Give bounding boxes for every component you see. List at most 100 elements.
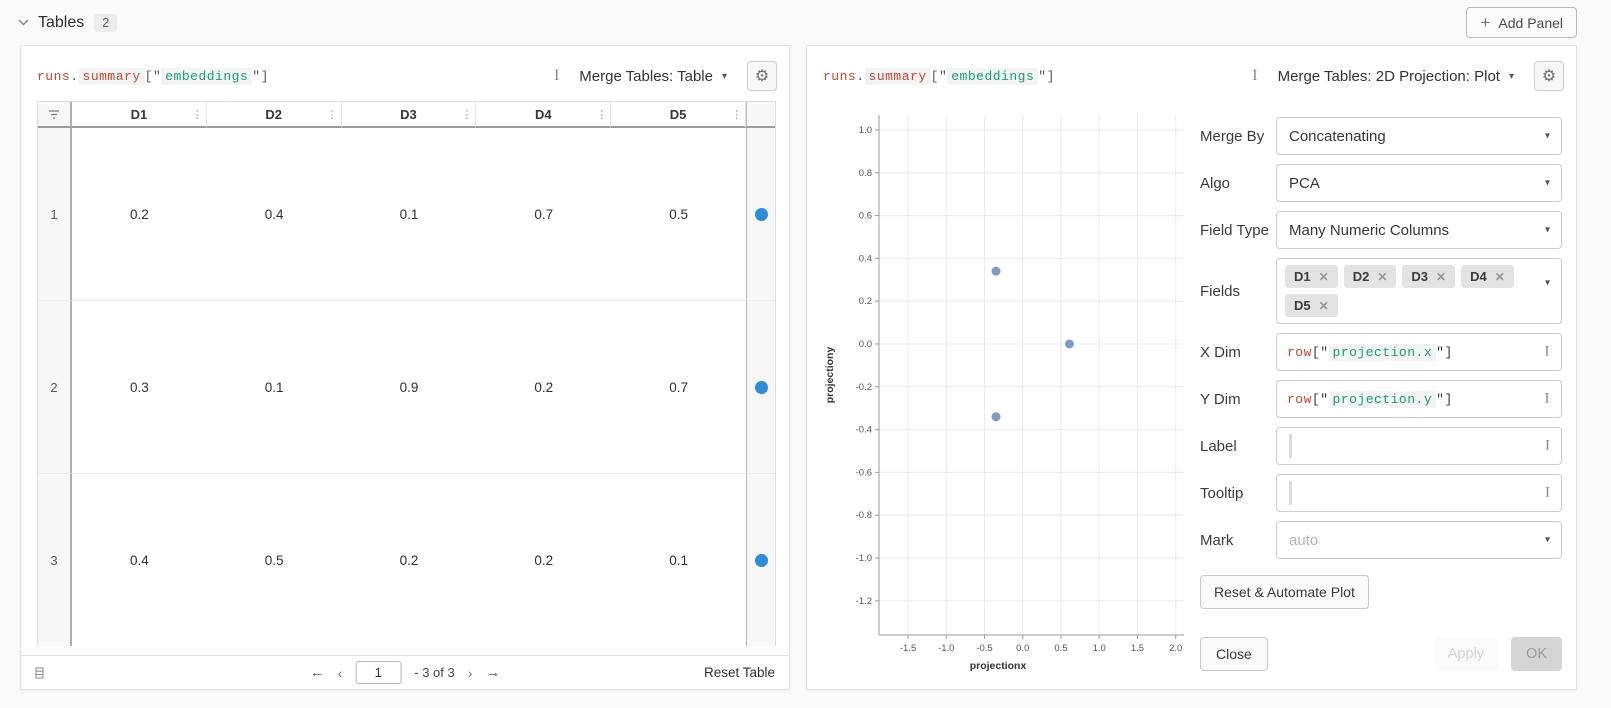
collapse-chevron-icon[interactable] xyxy=(18,19,29,26)
column-header-color xyxy=(746,102,775,128)
algo-label: Algo xyxy=(1200,175,1276,192)
column-menu-icon[interactable]: ⋮ xyxy=(731,108,742,121)
column-header-d2[interactable]: D2⋮ xyxy=(207,102,342,128)
mark-select[interactable]: auto ▾ xyxy=(1276,521,1562,559)
column-header-d4[interactable]: D4⋮ xyxy=(476,102,611,128)
gear-icon: ⚙ xyxy=(1542,66,1556,86)
column-menu-icon[interactable]: ⋮ xyxy=(461,108,472,121)
column-menu-icon[interactable]: ⋮ xyxy=(596,108,607,121)
field-tag[interactable]: D3✕ xyxy=(1402,265,1455,288)
columns-icon[interactable] xyxy=(35,667,44,679)
column-menu-icon[interactable]: ⋮ xyxy=(192,108,203,121)
table-cell: 0.1 xyxy=(207,301,342,474)
column-header-d3[interactable]: D3⋮ xyxy=(342,102,477,128)
remove-field-icon[interactable]: ✕ xyxy=(1495,270,1505,284)
table-filter-cell[interactable] xyxy=(38,102,72,128)
merge-by-select[interactable]: Concatenating ▾ xyxy=(1276,117,1562,155)
svg-text:0.8: 0.8 xyxy=(859,168,872,179)
row-number: 2 xyxy=(38,301,72,474)
projection-config-form: Merge By Concatenating ▾ Algo PCA ▾ Fiel… xyxy=(1184,97,1576,689)
plot-query-expression[interactable]: runs.summary["embeddings"] xyxy=(823,69,1055,84)
label-field-label: Label xyxy=(1200,438,1276,455)
table-settings-button[interactable]: ⚙ xyxy=(747,61,777,91)
ok-button[interactable]: OK xyxy=(1511,637,1562,671)
x-dim-label: X Dim xyxy=(1200,344,1276,361)
tooltip-input[interactable]: I xyxy=(1276,474,1562,512)
remove-field-icon[interactable]: ✕ xyxy=(1319,270,1329,284)
field-tag[interactable]: D1✕ xyxy=(1285,265,1338,288)
run-color-dot xyxy=(755,381,768,394)
field-type-select[interactable]: Many Numeric Columns ▾ xyxy=(1276,211,1562,249)
table-cell: 0.2 xyxy=(476,474,611,646)
text-cursor-icon: I xyxy=(1545,439,1550,454)
reset-table-button[interactable]: Reset Table xyxy=(704,665,775,680)
svg-text:2.0: 2.0 xyxy=(1169,643,1182,654)
table-cell: 0.7 xyxy=(476,128,611,301)
field-tag[interactable]: D2✕ xyxy=(1344,265,1397,288)
svg-text:-0.5: -0.5 xyxy=(976,643,992,654)
label-input[interactable]: I xyxy=(1276,427,1562,465)
column-header-d1[interactable]: D1⋮ xyxy=(72,102,207,128)
y-dim-input[interactable]: row["projection.y"] I xyxy=(1276,380,1562,418)
svg-text:0.4: 0.4 xyxy=(859,253,872,264)
text-cursor-icon: I xyxy=(1545,392,1551,407)
last-page-icon[interactable]: → xyxy=(485,664,500,681)
data-table: D1⋮ D2⋮ D3⋮ D4⋮ D5⋮ 1 0.2 0.4 0.1 0.7 0.… xyxy=(37,101,776,646)
column-menu-icon[interactable]: ⋮ xyxy=(327,108,338,121)
remove-field-icon[interactable]: ✕ xyxy=(1377,270,1387,284)
svg-text:-0.4: -0.4 xyxy=(856,425,872,436)
gear-icon: ⚙ xyxy=(755,66,769,86)
svg-text:0.0: 0.0 xyxy=(1016,643,1029,654)
remove-field-icon[interactable]: ✕ xyxy=(1436,270,1446,284)
plot-view-selector[interactable]: Merge Tables: 2D Projection: Plot ▾ xyxy=(1278,68,1514,85)
plot-settings-button[interactable]: ⚙ xyxy=(1534,61,1564,91)
add-panel-label: Add Panel xyxy=(1498,15,1563,31)
run-color-dot xyxy=(755,554,768,567)
apply-button[interactable]: Apply xyxy=(1434,637,1498,671)
prev-page-icon[interactable]: ‹ xyxy=(338,665,343,681)
first-page-icon[interactable]: ← xyxy=(310,664,325,681)
svg-text:-1.2: -1.2 xyxy=(856,596,872,607)
svg-text:0.2: 0.2 xyxy=(859,296,872,307)
table-cell: 0.3 xyxy=(72,301,207,474)
plus-icon: + xyxy=(1480,14,1490,31)
config-actions: Close Apply OK xyxy=(1200,637,1562,671)
caret-down-icon: ▾ xyxy=(722,71,727,82)
plot-area: -1.5-1.0-0.50.00.51.01.52.0-1.2-1.0-0.8-… xyxy=(807,97,1184,689)
x-dim-input[interactable]: row["projection.x"] I xyxy=(1276,333,1562,371)
next-page-icon[interactable]: › xyxy=(468,665,473,681)
svg-text:-0.2: -0.2 xyxy=(856,382,872,393)
add-panel-button[interactable]: + Add Panel xyxy=(1466,7,1577,38)
table-cell: 0.5 xyxy=(611,128,746,301)
table-view-selector[interactable]: Merge Tables: Table ▾ xyxy=(579,68,727,85)
svg-text:0.0: 0.0 xyxy=(859,339,872,350)
panel-count-badge: 2 xyxy=(94,14,117,32)
fields-label: Fields xyxy=(1200,283,1276,300)
table-cell: 0.4 xyxy=(207,128,342,301)
table-cell: 0.2 xyxy=(72,128,207,301)
row-number: 3 xyxy=(38,474,72,646)
field-tag[interactable]: D4✕ xyxy=(1461,265,1514,288)
column-header-d5[interactable]: D5⋮ xyxy=(611,102,746,128)
field-type-label: Field Type xyxy=(1200,222,1276,239)
page-number-input[interactable] xyxy=(355,661,401,684)
field-tag[interactable]: D5✕ xyxy=(1285,294,1338,317)
remove-field-icon[interactable]: ✕ xyxy=(1319,299,1329,313)
caret-down-icon: ▾ xyxy=(1545,131,1550,142)
tooltip-label: Tooltip xyxy=(1200,485,1276,502)
algo-select[interactable]: PCA ▾ xyxy=(1276,164,1562,202)
projection-panel: runs.summary["embeddings"] I Merge Table… xyxy=(806,45,1577,690)
text-cursor-icon: I xyxy=(1545,486,1550,501)
y-dim-label: Y Dim xyxy=(1200,391,1276,408)
table-panel: runs.summary["embeddings"] I Merge Table… xyxy=(20,45,790,690)
table-cell: 0.5 xyxy=(207,474,342,646)
caret-down-icon: ▾ xyxy=(1545,535,1550,546)
text-cursor-icon: I xyxy=(1252,68,1257,84)
svg-text:projectionx: projectionx xyxy=(970,660,1027,672)
svg-text:0.5: 0.5 xyxy=(1054,643,1067,654)
fields-multiselect[interactable]: D1✕ D2✕ D3✕ D4✕ D5✕ ▾ xyxy=(1276,258,1562,324)
run-color-cell xyxy=(746,128,775,301)
close-button[interactable]: Close xyxy=(1200,637,1268,671)
reset-automate-plot-button[interactable]: Reset & Automate Plot xyxy=(1200,575,1369,609)
table-query-expression[interactable]: runs.summary["embeddings"] xyxy=(37,69,269,84)
